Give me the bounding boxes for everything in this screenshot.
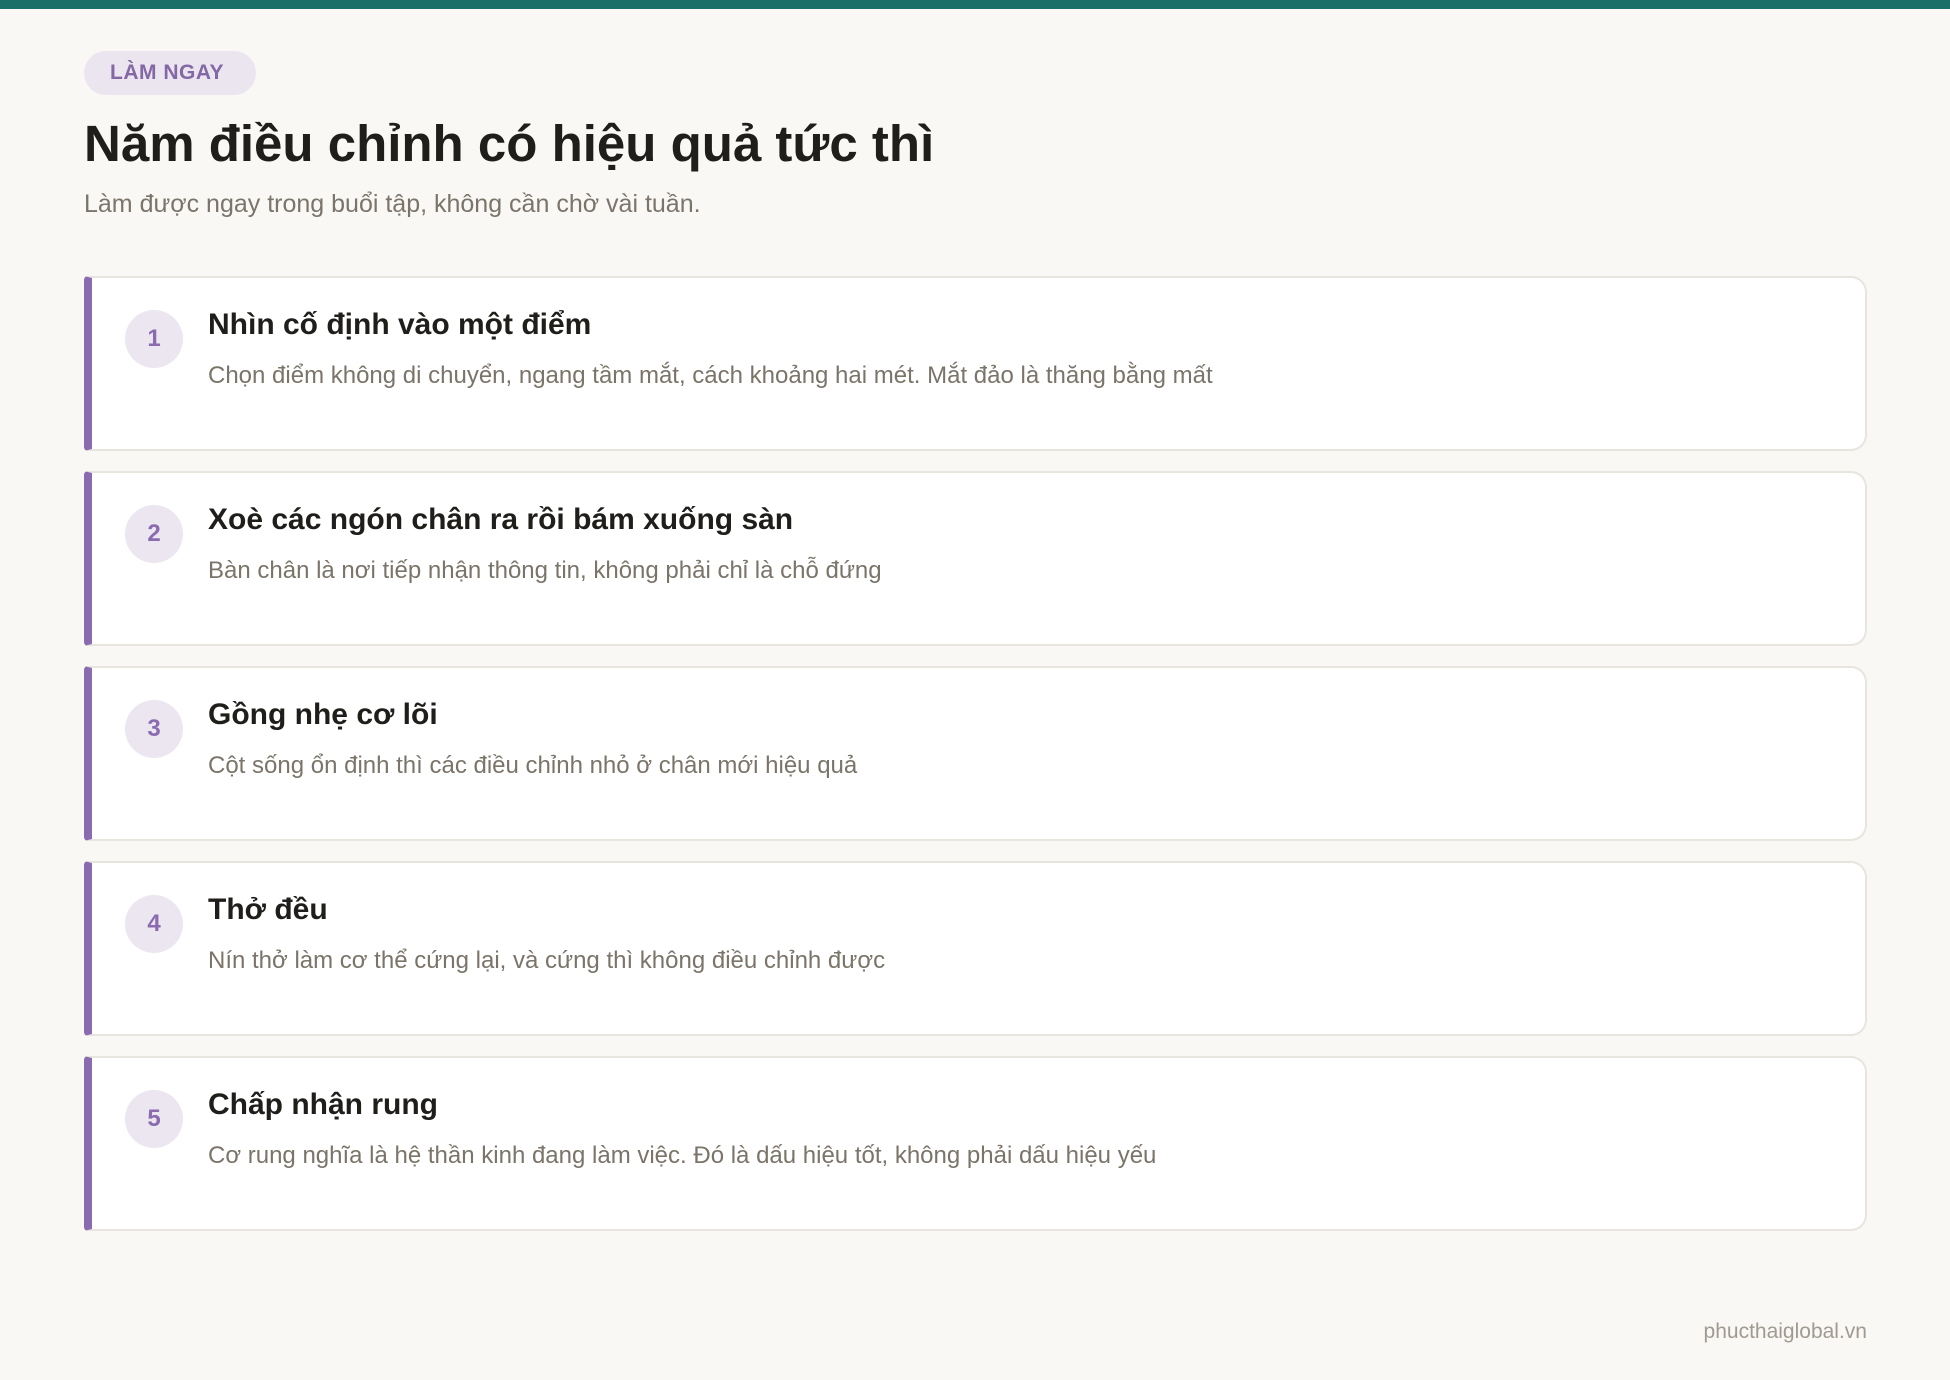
page-title: Năm điều chỉnh có hiệu quả tức thì xyxy=(84,115,935,172)
tip-description: Bàn chân là nơi tiếp nhận thông tin, khô… xyxy=(208,557,882,585)
tip-description: Nín thở làm cơ thể cứng lại, và cứng thì… xyxy=(208,947,886,975)
tips-list: 1 Nhìn cố định vào một điểm Chọn điểm kh… xyxy=(84,276,1867,1232)
tip-description: Chọn điểm không di chuyển, ngang tầm mắt… xyxy=(208,362,1213,390)
tip-title: Gồng nhẹ cơ lõi xyxy=(208,698,438,732)
tip-title: Chấp nhận rung xyxy=(208,1088,438,1122)
tip-card: 5 Chấp nhận rung Cơ rung nghĩa là hệ thầ… xyxy=(84,1056,1867,1232)
top-accent-bar xyxy=(0,0,1950,9)
tip-card: 3 Gồng nhẹ cơ lõi Cột sống ổn định thì c… xyxy=(84,666,1867,842)
tip-title: Xoè các ngón chân ra rồi bám xuống sàn xyxy=(208,503,794,537)
tip-number-badge: 2 xyxy=(125,505,183,564)
tip-card: 4 Thở đều Nín thở làm cơ thể cứng lại, v… xyxy=(84,861,1867,1037)
tip-title: Nhìn cố định vào một điểm xyxy=(208,308,592,342)
tip-card: 2 Xoè các ngón chân ra rồi bám xuống sàn… xyxy=(84,471,1867,647)
page-content: LÀM NGAY Năm điều chỉnh có hiệu quả tức … xyxy=(84,51,1867,1251)
tip-number-badge: 1 xyxy=(125,310,183,369)
tip-title: Thở đều xyxy=(208,893,328,927)
section-tag: LÀM NGAY xyxy=(84,51,257,95)
tip-description: Cột sống ổn định thì các điều chỉnh nhỏ … xyxy=(208,752,858,780)
tip-number-badge: 3 xyxy=(125,700,183,759)
tip-number-badge: 4 xyxy=(125,895,183,954)
tip-description: Cơ rung nghĩa là hệ thần kinh đang làm v… xyxy=(208,1142,1157,1170)
tip-card: 1 Nhìn cố định vào một điểm Chọn điểm kh… xyxy=(84,276,1867,452)
page-subtitle: Làm được ngay trong buổi tập, không cần … xyxy=(84,189,701,218)
tip-number-badge: 5 xyxy=(125,1090,183,1149)
footer-site-link[interactable]: phucthaiglobal.vn xyxy=(1704,1320,1867,1344)
